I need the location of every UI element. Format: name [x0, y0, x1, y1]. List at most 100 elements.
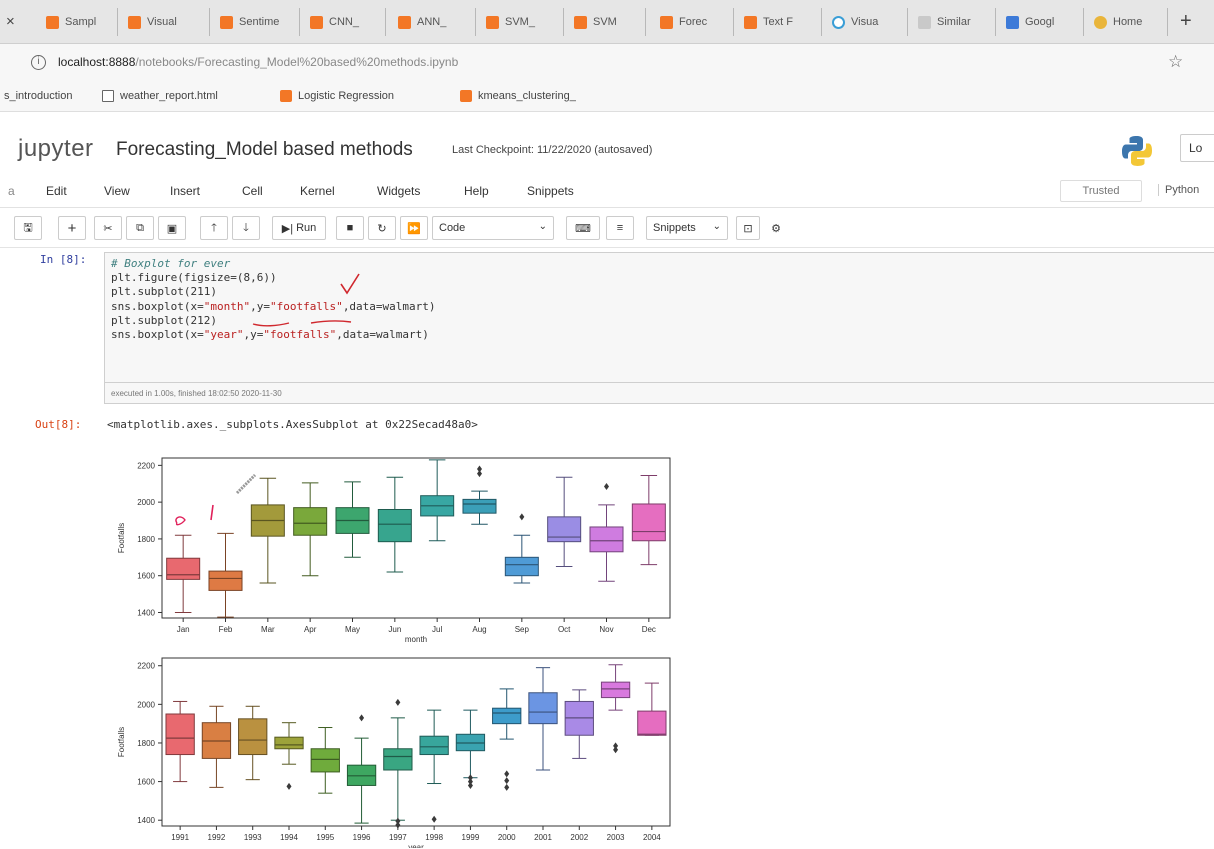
browser-tab[interactable]: Visua: [826, 8, 908, 36]
close-tab-icon[interactable]: ×: [6, 13, 15, 30]
restart-run-all-button[interactable]: ⏩: [400, 216, 428, 240]
logout-button[interactable]: Lo: [1180, 134, 1214, 162]
menu-edit[interactable]: Edit: [46, 184, 67, 198]
notebook-title[interactable]: Forecasting_Model based methods: [116, 139, 413, 161]
box-1995: [310, 727, 340, 794]
tab-label: Sampl: [65, 16, 97, 28]
move-down-button[interactable]: 🡓: [232, 216, 260, 240]
browser-tab[interactable]: SVM_: [480, 8, 564, 36]
box-Jan: [166, 534, 201, 613]
restart-icon: ↻: [377, 222, 387, 235]
box-iqr: [462, 498, 497, 514]
toc-button[interactable]: ≡: [606, 216, 634, 240]
variable-inspector-button[interactable]: ⊡: [736, 216, 760, 240]
box-iqr: [492, 707, 522, 725]
menu-widgets[interactable]: Widgets: [377, 184, 420, 198]
settings-button[interactable]: ⚙: [764, 216, 788, 240]
insert-cell-button[interactable]: +: [58, 216, 86, 240]
y-tick-label: 2000: [137, 498, 155, 507]
browser-tab[interactable]: Googl: [1000, 8, 1084, 36]
box-1996: [346, 714, 377, 824]
monthly-boxplot-chart: 1400 1600 1800 2000 2200 Footfalls Jan Feb Mar Ap…: [117, 457, 671, 644]
browser-tab[interactable]: Sampl: [40, 8, 118, 36]
jupyter-logo[interactable]: jupyter: [18, 135, 94, 163]
copy-button[interactable]: ⧉: [126, 216, 154, 240]
box-1993: [238, 705, 268, 781]
command-palette-button[interactable]: ⌨: [566, 216, 600, 240]
menu-insert[interactable]: Insert: [170, 184, 200, 198]
box-iqr: [208, 570, 243, 591]
box-Nov: [589, 483, 624, 582]
browser-tab[interactable]: CNN_: [304, 8, 386, 36]
trusted-badge[interactable]: Trusted: [1060, 180, 1142, 202]
menu-kernel[interactable]: Kernel: [300, 184, 335, 198]
outlier-point: [286, 782, 292, 790]
browser-tab[interactable]: Sentime: [214, 8, 300, 36]
address-bar[interactable]: i localhost:8888/notebooks/Forecasting_M…: [0, 44, 1214, 82]
save-button[interactable]: 🖫: [14, 216, 42, 240]
browser-tab[interactable]: SVM: [568, 8, 646, 36]
arrow-up-icon: 🡑: [211, 221, 217, 234]
execution-time-info: executed in 1.00s, finished 18:02:50 202…: [104, 383, 1214, 404]
output-text: <matplotlib.axes._subplots.AxesSubplot a…: [107, 418, 478, 431]
menu-cell[interactable]: Cell: [242, 184, 263, 198]
menu-file[interactable]: a: [8, 184, 15, 198]
bookmark-item[interactable]: kmeans_clustering_: [460, 90, 576, 102]
bookmark-item[interactable]: weather_report.html: [102, 90, 218, 102]
cell-type-select[interactable]: Code ⌄: [432, 216, 554, 240]
box-1998: [419, 709, 449, 823]
python-logo-icon: [1122, 136, 1152, 166]
box-iqr: [528, 692, 558, 725]
menu-view[interactable]: View: [104, 184, 130, 198]
browser-tab[interactable]: Forec: [654, 8, 734, 36]
x-axis-label: year: [408, 843, 424, 848]
x-tick-label: 1993: [244, 833, 262, 842]
code-token: ,data=walmart): [342, 299, 436, 313]
bookmark-item[interactable]: s_introduction: [4, 90, 73, 102]
browser-tab[interactable]: ANN_: [392, 8, 476, 36]
code-editor[interactable]: # Boxplot for ever plt.figure(figsize=(8…: [104, 252, 1214, 383]
new-tab-button[interactable]: +: [1180, 10, 1192, 33]
paste-button[interactable]: ▣: [158, 216, 186, 240]
url-host: localhost:8888: [58, 55, 136, 69]
jupyter-favicon-icon: [220, 15, 233, 29]
browser-tab[interactable]: Home: [1088, 8, 1168, 36]
move-up-button[interactable]: 🡑: [200, 216, 228, 240]
outlier-point: [519, 513, 525, 521]
code-token: ,y=: [243, 328, 264, 342]
box-2003: [600, 664, 631, 754]
box-Sep: [504, 513, 539, 584]
y-axis-label: Footfalls: [117, 727, 126, 757]
fast-forward-icon: ⏩: [407, 222, 421, 235]
code-line: # Boxplot for ever: [111, 257, 231, 270]
browser-tab[interactable]: Text F: [738, 8, 822, 36]
yearly-boxplot-chart: 1400 1600 1800 2000 2200 Footfalls 1991 1992 199…: [117, 657, 671, 848]
boxplot-figure: 1400 1600 1800 2000 2200 Footfalls Jan Feb Mar Ap…: [117, 457, 671, 848]
chevron-down-icon: ⌄: [712, 221, 721, 232]
cut-button[interactable]: ✂: [94, 216, 122, 240]
x-tick-label: Oct: [558, 625, 571, 634]
box-iqr: [238, 718, 268, 756]
snippets-select[interactable]: Snippets ⌄: [646, 216, 728, 240]
x-tick-label: Jul: [432, 625, 442, 634]
code-string: "footfalls": [263, 328, 337, 342]
browser-tab[interactable]: Visual: [122, 8, 210, 36]
code-string: "footfalls": [269, 299, 343, 313]
box-iqr: [274, 736, 304, 750]
code-token: sns.boxplot(x=: [111, 328, 204, 342]
y-tick-label: 1800: [137, 739, 155, 748]
bookmark-item[interactable]: Logistic Regression: [280, 90, 394, 102]
outlier-point: [477, 470, 482, 478]
code-string: "year": [203, 328, 244, 342]
menu-help[interactable]: Help: [464, 184, 489, 198]
url-text[interactable]: localhost:8888/notebooks/Forecasting_Mod…: [58, 55, 458, 69]
bookmark-star-icon[interactable]: ☆: [1168, 52, 1183, 72]
run-button[interactable]: ▶| Run: [272, 216, 326, 240]
interrupt-button[interactable]: ■: [336, 216, 364, 240]
restart-button[interactable]: ↻: [368, 216, 396, 240]
box-1997: [383, 698, 413, 829]
outlier-point: [467, 781, 473, 789]
menu-snippets[interactable]: Snippets: [527, 184, 574, 198]
browser-tab[interactable]: Similar: [912, 8, 996, 36]
site-info-icon[interactable]: i: [31, 55, 46, 70]
